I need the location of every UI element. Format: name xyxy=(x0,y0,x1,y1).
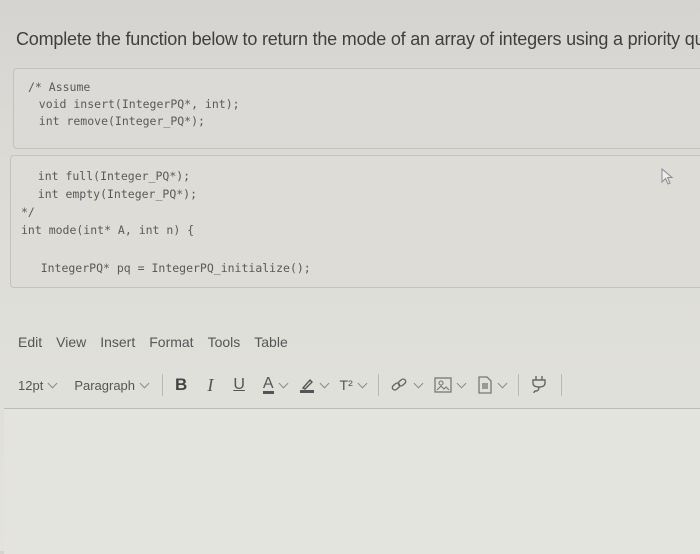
chevron-down-icon xyxy=(47,378,58,388)
chevron-down-icon xyxy=(497,378,508,388)
toolbar-divider xyxy=(517,374,519,396)
document-icon xyxy=(478,376,492,394)
text-color-icon: A xyxy=(262,374,274,394)
highlight-button[interactable] xyxy=(299,377,329,393)
code-block-function: int full(Integer_PQ*); int empty(Integer… xyxy=(10,155,700,288)
plug-icon xyxy=(532,376,546,394)
chevron-down-icon xyxy=(456,378,467,388)
code-block-assume: /* Assume void insert(IntegerPQ*, int); … xyxy=(13,68,700,149)
superscript-button[interactable]: T² xyxy=(339,377,368,393)
document-button[interactable] xyxy=(477,376,508,394)
rich-text-editor-body[interactable] xyxy=(4,408,700,554)
code-line: void insert(IntegerPQ*, int); xyxy=(18,97,240,111)
chevron-down-icon xyxy=(319,378,329,388)
image-icon xyxy=(434,377,452,393)
chevron-down-icon xyxy=(139,378,150,388)
link-button[interactable] xyxy=(391,377,424,393)
toolbar-divider xyxy=(377,374,379,396)
image-button[interactable] xyxy=(434,377,467,393)
code-line: int empty(Integer_PQ*); xyxy=(17,187,198,201)
chevron-down-icon xyxy=(413,378,424,388)
toolbar-divider xyxy=(162,374,164,396)
code-line: */ xyxy=(21,205,35,219)
block-format-select[interactable]: Paragraph xyxy=(74,377,150,393)
menu-edit[interactable]: Edit xyxy=(18,334,42,350)
italic-button[interactable]: I xyxy=(207,375,213,396)
font-size-select[interactable]: 12pt xyxy=(18,377,58,393)
underline-button[interactable]: U xyxy=(233,376,245,394)
mouse-cursor-icon xyxy=(661,168,674,185)
toolbar-divider xyxy=(560,374,562,396)
chevron-down-icon xyxy=(278,378,288,388)
pencil-highlight-icon xyxy=(299,378,314,393)
chevron-down-icon xyxy=(357,378,368,388)
editor-menubar: Edit View Insert Format Tools Table xyxy=(18,334,302,350)
code-line: int remove(Integer_PQ*); xyxy=(18,114,205,128)
code-line: IntegerPQ* pq = IntegerPQ_initialize(); xyxy=(13,261,311,275)
editor-toolbar: 12pt Paragraph B I U A T² xyxy=(18,373,700,397)
menu-format[interactable]: Format xyxy=(149,334,193,350)
superscript-icon: T² xyxy=(339,377,353,393)
menu-tools[interactable]: Tools xyxy=(208,334,241,350)
font-size-value: 12pt xyxy=(18,377,44,393)
text-color-button[interactable]: A xyxy=(262,374,288,394)
code-line: int full(Integer_PQ*); xyxy=(17,169,191,183)
plugin-button[interactable] xyxy=(531,375,547,395)
code-line: int mode(int* A, int n) { xyxy=(21,223,195,237)
question-text: Complete the function below to return th… xyxy=(16,29,700,49)
menu-view[interactable]: View xyxy=(56,334,86,350)
menu-table[interactable]: Table xyxy=(254,334,287,350)
link-icon xyxy=(391,378,407,391)
bold-button[interactable]: B xyxy=(175,375,187,395)
menu-insert[interactable]: Insert xyxy=(100,334,135,350)
code-line: /* Assume xyxy=(28,80,91,94)
block-format-value: Paragraph xyxy=(74,377,136,393)
